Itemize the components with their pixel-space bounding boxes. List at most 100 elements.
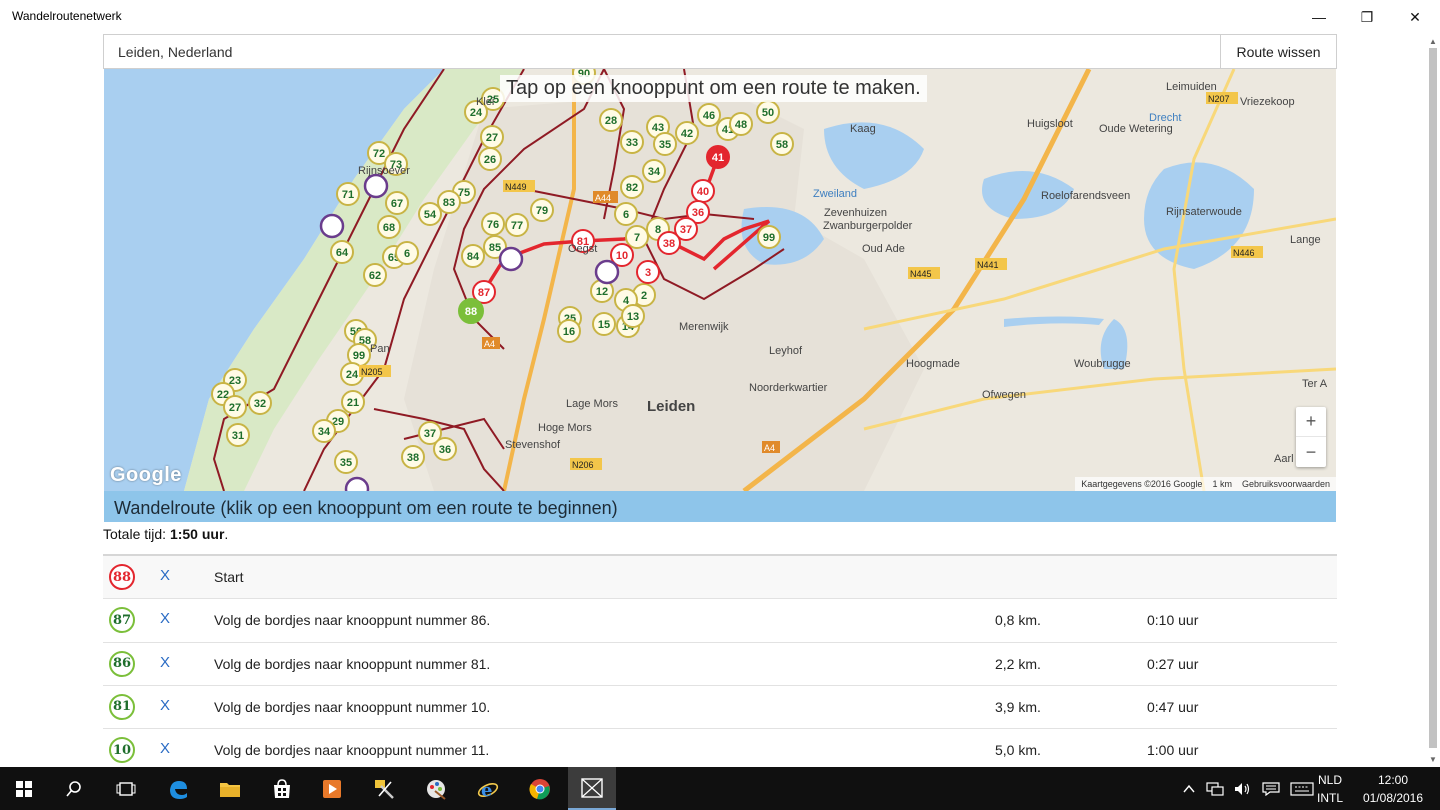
paint-app-button[interactable]: [412, 767, 460, 810]
node-marker[interactable]: 79: [530, 198, 554, 222]
clock[interactable]: 12:00 01/08/2016: [1356, 771, 1430, 807]
node-marker[interactable]: 21: [341, 390, 365, 414]
media-player-button[interactable]: [308, 767, 356, 810]
route-node-marker[interactable]: 38: [657, 231, 681, 255]
zoom-out-button[interactable]: −: [1296, 437, 1326, 467]
node-marker[interactable]: 38: [401, 445, 425, 469]
node-marker[interactable]: 71: [336, 182, 360, 206]
route-node-marker[interactable]: 40: [691, 179, 715, 203]
file-explorer-button[interactable]: [206, 767, 254, 810]
node-marker[interactable]: 26: [478, 147, 502, 171]
scroll-up-icon[interactable]: ▲: [1429, 37, 1437, 46]
tools-app-button[interactable]: [360, 767, 408, 810]
start-node-marker[interactable]: 88: [458, 298, 484, 324]
volume-icon[interactable]: [1234, 782, 1252, 796]
node-marker-label: 26: [484, 154, 496, 166]
node-marker[interactable]: 34: [642, 159, 666, 183]
node-marker[interactable]: 6: [614, 202, 638, 226]
node-marker[interactable]: 27: [480, 125, 504, 149]
map-canvas[interactable]: 9025242846414850584342727327263335347175…: [104, 69, 1336, 491]
node-marker[interactable]: 13: [621, 304, 645, 328]
road-shield-label: N446: [1233, 248, 1255, 258]
remove-step-button[interactable]: X: [160, 697, 170, 714]
wandelroute-app-button[interactable]: [568, 767, 616, 810]
remove-step-button[interactable]: X: [160, 654, 170, 671]
location-search-field[interactable]: Leiden, Nederland Route wissen: [103, 34, 1337, 69]
zoom-in-button[interactable]: +: [1296, 407, 1326, 437]
place-label: Drecht: [1149, 112, 1181, 124]
input-language-indicator[interactable]: NLD INTL: [1310, 771, 1350, 807]
internet-explorer-button[interactable]: e: [464, 767, 512, 810]
cafe-marker-icon[interactable]: [594, 259, 620, 285]
node-marker[interactable]: 33: [620, 130, 644, 154]
node-marker[interactable]: 16: [557, 319, 581, 343]
cafe-marker-icon[interactable]: [344, 476, 370, 491]
action-center-icon[interactable]: [1262, 781, 1280, 796]
zoom-control[interactable]: + −: [1296, 407, 1326, 467]
edge-taskbar-button[interactable]: [154, 767, 202, 810]
node-marker-label: 24: [470, 107, 483, 119]
node-marker[interactable]: 27: [223, 395, 247, 419]
scroll-down-icon[interactable]: ▼: [1429, 755, 1437, 764]
node-marker[interactable]: 35: [334, 450, 358, 474]
cafe-marker-icon[interactable]: [363, 173, 389, 199]
node-marker[interactable]: 35: [653, 132, 677, 156]
chrome-button[interactable]: [516, 767, 564, 810]
chevron-up-icon[interactable]: [1182, 782, 1196, 796]
task-view-button[interactable]: [102, 767, 150, 810]
node-marker[interactable]: 34: [312, 419, 336, 443]
remove-step-button[interactable]: X: [160, 740, 170, 757]
node-marker-label: 7: [634, 232, 640, 244]
route-node-marker[interactable]: 3: [636, 260, 660, 284]
node-marker[interactable]: 54: [418, 202, 442, 226]
node-marker[interactable]: 50: [756, 100, 780, 124]
map-view[interactable]: 9025242846414850584342727327263335347175…: [104, 69, 1336, 491]
node-marker[interactable]: 48: [729, 112, 753, 136]
node-marker[interactable]: 7: [625, 225, 649, 249]
keyboard-layout: INTL: [1316, 791, 1343, 805]
remove-step-button[interactable]: X: [160, 567, 170, 584]
store-button[interactable]: [258, 767, 306, 810]
node-marker[interactable]: 58: [770, 132, 794, 156]
route-step-row: 10 X Volg de bordjes naar knooppunt numm…: [103, 729, 1337, 773]
node-marker[interactable]: 84: [461, 244, 485, 268]
scrollbar-thumb[interactable]: [1429, 48, 1437, 748]
node-marker[interactable]: 28: [599, 108, 623, 132]
maximize-button[interactable]: ❐: [1344, 0, 1390, 34]
node-marker[interactable]: 42: [675, 121, 699, 145]
folder-icon: [220, 782, 240, 797]
node-marker[interactable]: 83: [437, 190, 461, 214]
search-button[interactable]: [50, 767, 98, 810]
node-marker[interactable]: 76: [481, 212, 505, 236]
node-marker[interactable]: 62: [363, 263, 387, 287]
node-marker[interactable]: 99: [757, 225, 781, 249]
node-marker[interactable]: 67: [385, 191, 409, 215]
node-marker[interactable]: 15: [592, 312, 616, 336]
cafe-marker-icon[interactable]: [498, 246, 524, 272]
route-node-marker[interactable]: 41: [706, 145, 730, 169]
clear-route-button[interactable]: Route wissen: [1220, 35, 1336, 68]
vertical-scrollbar[interactable]: ▲ ▼: [1426, 34, 1440, 767]
step-time: 0:10 uur: [1147, 612, 1199, 629]
node-marker-label: 34: [648, 166, 661, 178]
network-icon[interactable]: [1206, 781, 1224, 796]
route-node-marker-label: 41: [712, 152, 724, 164]
close-button[interactable]: ✕: [1392, 0, 1438, 34]
node-marker[interactable]: 31: [226, 423, 250, 447]
node-marker[interactable]: 82: [620, 175, 644, 199]
place-label: Rijnsaterwoude: [1166, 206, 1242, 218]
node-marker[interactable]: 6: [395, 241, 419, 265]
location-search-value[interactable]: Leiden, Nederland: [118, 44, 232, 60]
cafe-marker-icon[interactable]: [319, 213, 345, 239]
node-marker[interactable]: 32: [248, 391, 272, 415]
node-marker[interactable]: 77: [505, 213, 529, 237]
node-marker[interactable]: 68: [377, 215, 401, 239]
minimize-button[interactable]: —: [1296, 0, 1342, 34]
total-time-value: 1:50 uur: [169, 526, 225, 542]
terms-link[interactable]: Gebruiksvoorwaarden: [1242, 479, 1330, 489]
node-marker[interactable]: 36: [433, 437, 457, 461]
node-marker[interactable]: 46: [697, 103, 721, 127]
node-marker[interactable]: 64: [330, 240, 354, 264]
remove-step-button[interactable]: X: [160, 610, 170, 627]
start-button[interactable]: [0, 767, 48, 810]
